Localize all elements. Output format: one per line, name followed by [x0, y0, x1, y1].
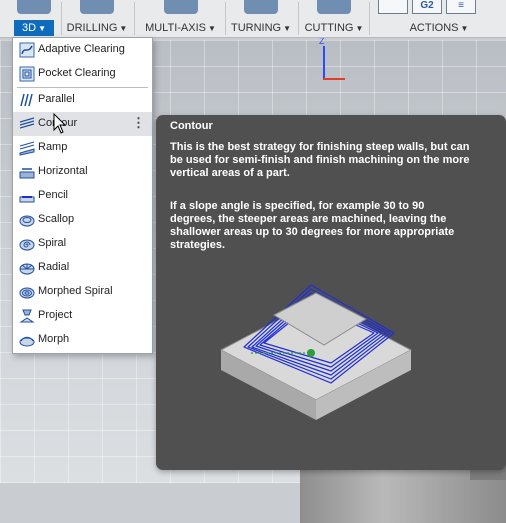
toolbar-actions-label: ACTIONS: [409, 22, 459, 34]
strategy-tooltip: Contour This is the best strategy for fi…: [156, 115, 506, 470]
spiral-icon: [19, 239, 35, 251]
project-icon: [19, 309, 35, 323]
multi-axis-icon: [163, 0, 198, 14]
menu-item-adaptive-clearing[interactable]: Adaptive Clearing: [13, 38, 152, 62]
z-axis-line: [323, 46, 325, 79]
toolbar-divider: [298, 2, 299, 35]
menu-item-label: Morphed Spiral: [38, 285, 113, 297]
menu-item-label: Project: [38, 309, 73, 321]
3d-milling-icon: [17, 0, 51, 14]
toolbar-cutting-label: CUTTING: [304, 22, 354, 34]
dropdown-arrow-icon: ▼: [283, 24, 292, 33]
morphed-spiral-icon: [19, 287, 35, 299]
menu-item-label: Pencil: [38, 189, 68, 201]
3d-strategy-menu: Adaptive Clearing Pocket Clearing Parall…: [12, 37, 153, 354]
morph-icon: [19, 336, 35, 347]
manufacture-toolbar: 3D ▼ DRILLING ▼ MULTI-AXIS ▼ TURNING ▼ CUTTI…: [0, 0, 506, 38]
pocket-clearing-icon: [19, 66, 35, 82]
menu-item-label: Parallel: [38, 93, 75, 105]
menu-item-label: Pocket Clearing: [38, 67, 116, 79]
toolbar-multi-axis-label: MULTI-AXIS: [145, 22, 206, 34]
dropdown-arrow-icon: ▼: [208, 24, 216, 33]
menu-item-label: Adaptive Clearing: [38, 43, 125, 55]
adaptive-clearing-icon: [19, 42, 35, 58]
x-axis-line: [323, 78, 345, 80]
drilling-icon: [80, 0, 114, 14]
toolbar-multi-axis-menu[interactable]: MULTI-AXIS ▼: [138, 0, 223, 37]
menu-item-ramp[interactable]: Ramp: [13, 136, 152, 160]
cutting-icon: [317, 0, 351, 14]
menu-item-label: Scallop: [38, 213, 75, 225]
toolbar-drilling-menu[interactable]: DRILLING ▼: [64, 0, 130, 37]
menu-item-radial[interactable]: Radial: [13, 256, 152, 280]
menu-item-contour[interactable]: Contour ⋮: [13, 112, 152, 136]
toolbar-drilling-label: DRILLING: [66, 22, 118, 34]
turning-icon: [244, 0, 278, 14]
menu-item-label: Horizontal: [38, 165, 88, 177]
parallel-icon: [20, 93, 33, 107]
tooltip-paragraph-2: If a slope angle is specified, for examp…: [170, 200, 455, 251]
menu-item-morphed-spiral[interactable]: Morphed Spiral: [13, 280, 152, 304]
axis-triad: Z: [316, 36, 346, 85]
radial-icon: [19, 263, 35, 275]
menu-item-morph[interactable]: Morph: [13, 328, 152, 352]
ramp-icon: [19, 141, 35, 156]
menu-item-label: Ramp: [38, 141, 68, 153]
toolbar-3d-menu[interactable]: 3D ▼: [10, 0, 58, 37]
mouse-cursor-icon: [53, 113, 67, 134]
menu-item-label: Morph: [38, 333, 70, 345]
menu-item-horizontal[interactable]: Horizontal: [13, 160, 152, 184]
toolbar-actions-menu[interactable]: G2 ≡ ACTIONS ▼: [372, 0, 506, 37]
dropdown-arrow-icon: ▼: [119, 24, 128, 33]
more-options-icon[interactable]: ⋮: [132, 115, 145, 131]
tooltip-title: Contour: [170, 120, 213, 132]
toolbar-3d-label: 3D: [22, 22, 37, 34]
horizontal-icon: [19, 168, 35, 179]
menu-item-pencil[interactable]: Pencil: [13, 184, 152, 208]
simulate-icon[interactable]: [378, 0, 408, 14]
tooltip-paragraph-1: This is the best strategy for finishing …: [170, 141, 470, 179]
pencil-icon: [19, 196, 35, 203]
dropdown-arrow-icon: ▼: [460, 24, 469, 33]
toolbar-divider: [61, 2, 62, 35]
contour-illustration: [219, 284, 413, 420]
contour-icon: [19, 117, 35, 129]
menu-item-spiral[interactable]: Spiral: [13, 232, 152, 256]
setup-sheet-icon[interactable]: ≡: [446, 0, 476, 14]
menu-item-parallel[interactable]: Parallel: [13, 88, 152, 112]
toolbar-divider: [134, 2, 135, 35]
menu-item-label: Radial: [38, 261, 70, 273]
dropdown-arrow-icon: ▼: [38, 24, 46, 33]
toolbar-divider: [369, 2, 370, 35]
toolbar-cutting-menu[interactable]: CUTTING ▼: [302, 0, 366, 37]
menu-item-project[interactable]: Project: [13, 304, 152, 328]
menu-item-pocket-clearing[interactable]: Pocket Clearing: [13, 62, 152, 86]
toolbar-divider: [225, 2, 226, 35]
dropdown-arrow-icon: ▼: [355, 24, 364, 33]
post-process-g2-icon[interactable]: G2: [412, 0, 442, 14]
menu-item-label: Spiral: [38, 237, 67, 249]
toolbar-turning-menu[interactable]: TURNING ▼: [228, 0, 294, 37]
scallop-icon: [19, 215, 35, 227]
toolbar-turning-label: TURNING: [230, 22, 282, 34]
menu-item-scallop[interactable]: Scallop: [13, 208, 152, 232]
